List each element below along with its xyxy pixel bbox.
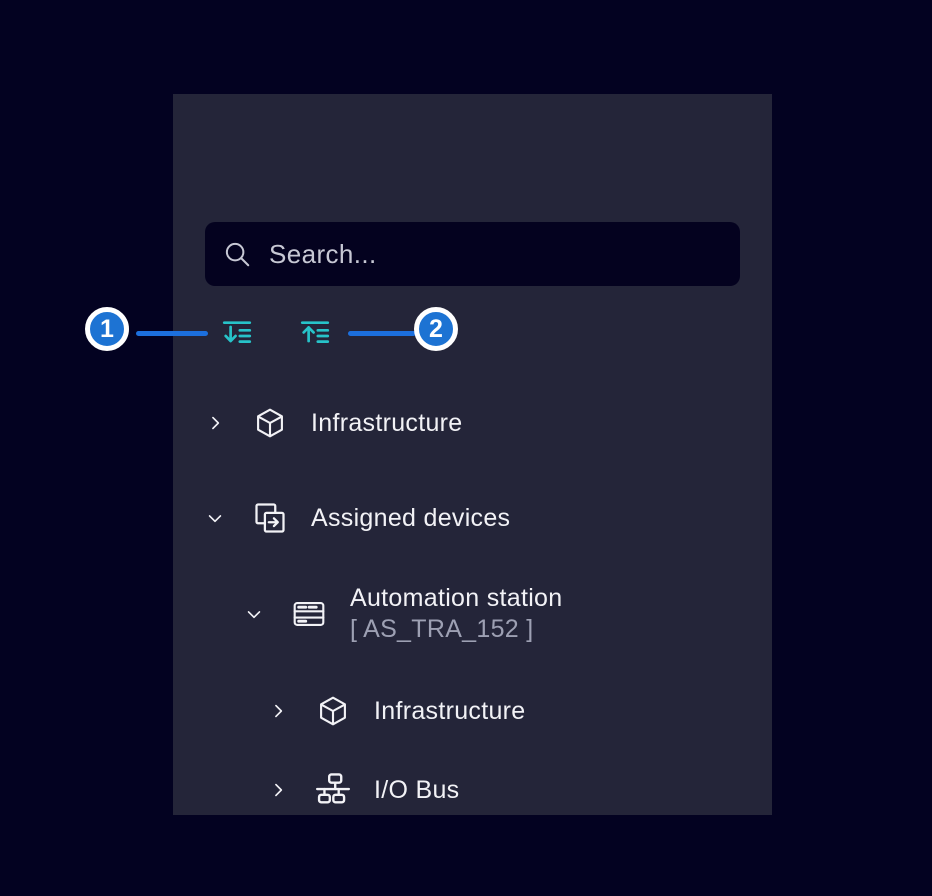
search-input[interactable]: Search... [205, 222, 740, 286]
tree-item-title: Automation station [350, 583, 562, 614]
chevron-right-icon[interactable] [268, 701, 288, 721]
search-icon [222, 239, 252, 269]
collapse-all-icon [298, 317, 332, 351]
assigned-devices-icon [251, 500, 289, 536]
expand-all-button[interactable] [220, 317, 254, 351]
callout-badge-1: 1 [85, 307, 129, 351]
screen: Search... [0, 0, 932, 896]
automation-station-icon [290, 597, 328, 631]
io-bus-icon [314, 771, 352, 809]
collapse-all-button[interactable] [298, 317, 332, 351]
chevron-right-icon[interactable] [205, 413, 225, 433]
callout-number: 2 [429, 315, 443, 344]
tree-item-label: Infrastructure [374, 697, 525, 726]
callout-connector-2 [348, 331, 416, 336]
tree-item-infrastructure[interactable]: Infrastructure [205, 399, 462, 447]
cube-icon [251, 406, 289, 440]
callout-connector-1 [136, 331, 208, 336]
navigation-tree-panel: Search... [173, 94, 772, 815]
cube-icon [314, 694, 352, 728]
tree-item-assigned-devices[interactable]: Assigned devices [205, 494, 510, 542]
callout-number: 1 [100, 315, 114, 344]
tree-item-label: I/O Bus [374, 776, 459, 805]
tree-item-io-bus[interactable]: I/O Bus [268, 766, 459, 814]
chevron-down-icon[interactable] [205, 508, 225, 528]
tree-item-infrastructure-nested[interactable]: Infrastructure [268, 687, 525, 735]
expand-all-icon [220, 317, 254, 351]
tree-item-automation-station[interactable]: Automation station [ AS_TRA_152 ] [244, 581, 562, 647]
tree-item-label: Assigned devices [311, 504, 510, 533]
callout-badge-2: 2 [414, 307, 458, 351]
search-placeholder: Search... [269, 239, 377, 270]
tree-item-label: Automation station [ AS_TRA_152 ] [350, 583, 562, 645]
tree-item-label: Infrastructure [311, 409, 462, 438]
chevron-right-icon[interactable] [268, 780, 288, 800]
tree-item-subtitle: [ AS_TRA_152 ] [350, 614, 562, 645]
chevron-down-icon[interactable] [244, 604, 264, 624]
